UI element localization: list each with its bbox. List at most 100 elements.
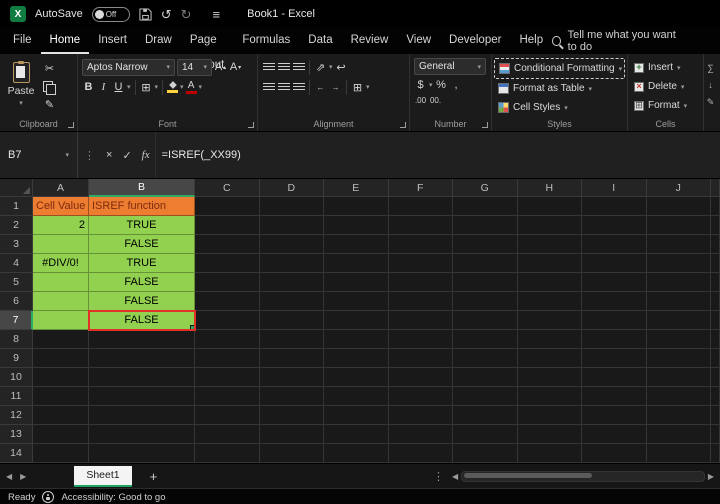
cell-E5[interactable] — [324, 273, 389, 292]
col-header-partial[interactable] — [711, 179, 720, 197]
cell-J14[interactable] — [646, 444, 711, 463]
row-header-2[interactable]: 2 — [0, 216, 33, 235]
dialog-launcher-icon[interactable] — [68, 122, 74, 128]
row-header-13[interactable]: 13 — [0, 425, 33, 444]
cell-E2[interactable] — [324, 216, 389, 235]
cell-I12[interactable] — [582, 406, 647, 425]
number-format-select[interactable]: General ▾ — [414, 58, 486, 75]
cell-H13[interactable] — [517, 425, 582, 444]
col-header-F[interactable]: F — [388, 179, 453, 197]
cell-H4[interactable] — [517, 254, 582, 273]
cell-B10[interactable] — [89, 368, 195, 387]
cell-A9[interactable] — [33, 349, 89, 368]
cell-F1[interactable] — [388, 197, 453, 216]
cell-J4[interactable] — [646, 254, 711, 273]
cell-D3[interactable] — [259, 235, 324, 254]
cell-D2[interactable] — [259, 216, 324, 235]
cell-H1[interactable] — [517, 197, 582, 216]
cell-partial-13[interactable] — [711, 425, 720, 444]
sheet-nav-right-icon[interactable]: ▶ — [20, 472, 26, 481]
cell-G14[interactable] — [453, 444, 518, 463]
cell-F7[interactable] — [388, 311, 453, 330]
cell-I4[interactable] — [582, 254, 647, 273]
cell-partial-1[interactable] — [711, 197, 720, 216]
cell-D12[interactable] — [259, 406, 324, 425]
cell-E13[interactable] — [324, 425, 389, 444]
menu-tab-view[interactable]: View — [397, 28, 440, 54]
cell-D5[interactable] — [259, 273, 324, 292]
cell-B13[interactable] — [89, 425, 195, 444]
align-bottom-icon[interactable] — [292, 59, 305, 76]
paste-button[interactable]: Paste ▾ — [2, 57, 40, 111]
cell-F14[interactable] — [388, 444, 453, 463]
cell-C12[interactable] — [195, 406, 260, 425]
cell-C2[interactable] — [195, 216, 260, 235]
cell-G1[interactable] — [453, 197, 518, 216]
row-header-8[interactable]: 8 — [0, 330, 33, 349]
col-header-H[interactable]: H — [517, 179, 582, 197]
cell-J10[interactable] — [646, 368, 711, 387]
cell-G9[interactable] — [453, 349, 518, 368]
cell-E14[interactable] — [324, 444, 389, 463]
font-color-icon[interactable]: A — [185, 79, 197, 96]
cell-C7[interactable] — [195, 311, 260, 330]
decrease-indent-icon[interactable]: ← — [314, 79, 327, 96]
cell-E11[interactable] — [324, 387, 389, 406]
cell-C11[interactable] — [195, 387, 260, 406]
decrease-font-size-icon[interactable]: A ▾ — [229, 59, 242, 76]
cell-G13[interactable] — [453, 425, 518, 444]
cell-C9[interactable] — [195, 349, 260, 368]
menu-tab-formulas[interactable]: Formulas — [233, 28, 299, 54]
font-name-select[interactable]: Aptos Narrow ▾ — [82, 58, 175, 76]
cancel-icon[interactable]: × — [101, 132, 117, 178]
align-top-icon[interactable] — [262, 59, 275, 76]
cell-J6[interactable] — [646, 292, 711, 311]
comma-style-icon[interactable]: , — [450, 76, 463, 93]
cell-A7[interactable] — [33, 311, 89, 330]
scroll-right-icon[interactable]: ▶ — [708, 472, 714, 481]
cell-A13[interactable] — [33, 425, 89, 444]
menu-tab-help[interactable]: Help — [510, 28, 552, 54]
cell-J11[interactable] — [646, 387, 711, 406]
row-header-10[interactable]: 10 — [0, 368, 33, 387]
fill-down-icon[interactable]: ↓ — [708, 80, 713, 90]
cell-F10[interactable] — [388, 368, 453, 387]
row-header-12[interactable]: 12 — [0, 406, 33, 425]
cell-F11[interactable] — [388, 387, 453, 406]
menu-tab-data[interactable]: Data — [299, 28, 341, 54]
row-header-7[interactable]: 7 — [0, 311, 33, 330]
cell-J3[interactable] — [646, 235, 711, 254]
percent-style-icon[interactable]: % — [435, 76, 448, 93]
cell-J2[interactable] — [646, 216, 711, 235]
scrollbar-track[interactable] — [461, 470, 705, 482]
cell-A1[interactable]: Cell Value — [33, 197, 89, 216]
col-header-J[interactable]: J — [646, 179, 711, 197]
menu-tab-insert[interactable]: Insert — [89, 28, 136, 54]
cell-B2[interactable]: TRUE — [89, 216, 195, 235]
cell-partial-3[interactable] — [711, 235, 720, 254]
formula-bar-splitter[interactable]: ⋮ — [78, 132, 101, 178]
conditional-formatting-button[interactable]: Conditional Formatting ▾ — [494, 58, 625, 79]
cut-icon[interactable]: ✂ — [43, 60, 56, 77]
increase-decimal-icon[interactable]: .00 — [414, 92, 427, 109]
format-cells-button[interactable]: ⊞ Format ▾ — [630, 96, 701, 115]
format-painter-icon[interactable]: ✎ — [43, 96, 56, 113]
cell-E3[interactable] — [324, 235, 389, 254]
cell-J7[interactable] — [646, 311, 711, 330]
save-icon[interactable] — [139, 7, 152, 21]
select-all-corner[interactable] — [0, 179, 33, 197]
col-header-B[interactable]: B — [89, 179, 195, 197]
borders-dropdown-icon[interactable]: ▾ — [155, 83, 159, 91]
cell-C6[interactable] — [195, 292, 260, 311]
cell-G3[interactable] — [453, 235, 518, 254]
cell-H12[interactable] — [517, 406, 582, 425]
cell-H9[interactable] — [517, 349, 582, 368]
cell-J13[interactable] — [646, 425, 711, 444]
decrease-decimal-icon[interactable]: 00. — [429, 92, 442, 109]
cell-C10[interactable] — [195, 368, 260, 387]
align-right-icon[interactable] — [292, 79, 305, 96]
cell-H14[interactable] — [517, 444, 582, 463]
cell-B3[interactable]: FALSE — [89, 235, 195, 254]
cell-C4[interactable] — [195, 254, 260, 273]
accounting-format-icon[interactable]: $ — [414, 76, 427, 93]
